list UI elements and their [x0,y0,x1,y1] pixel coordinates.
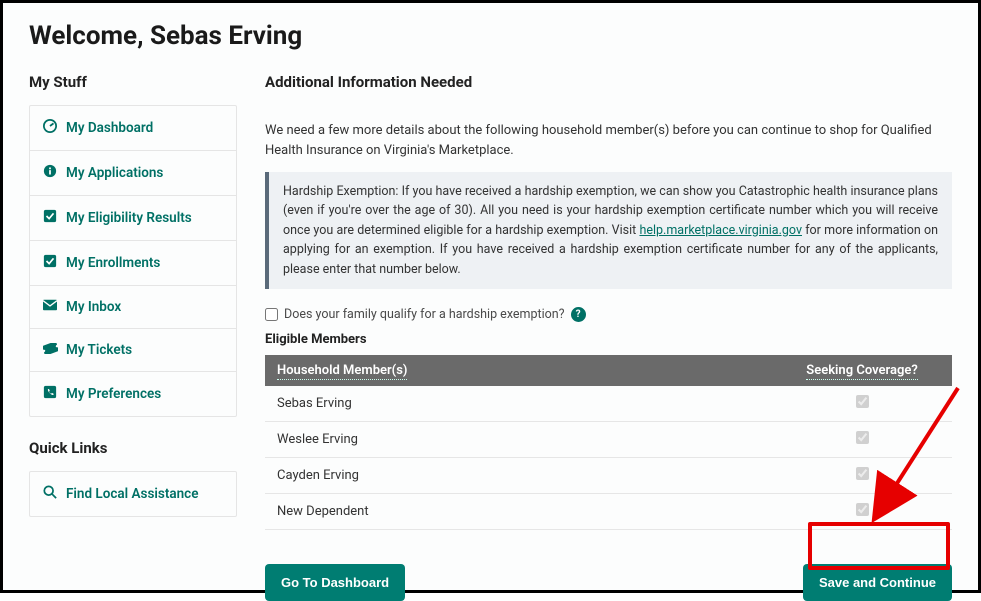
seeking-coverage-checkbox [856,503,869,516]
hardship-checkbox[interactable] [265,308,278,321]
sidebar-heading-mystuff: My Stuff [29,73,237,91]
seeking-coverage-checkbox [856,431,869,444]
sidebar-item-eligibility[interactable]: My Eligibility Results [30,196,236,240]
table-row: Sebas Erving [265,386,952,422]
table-row: Cayden Erving [265,457,952,493]
save-continue-button[interactable]: Save and Continue [803,564,952,601]
seeking-coverage-checkbox [856,395,869,408]
sidebar-item-label: My Enrollments [66,255,160,271]
info-circle-icon [42,164,58,182]
welcome-prefix: Welcome, [29,21,150,51]
button-row: Go To Dashboard Save and Continue [265,564,952,601]
sidebar-item-label: My Applications [66,165,163,181]
col-header-coverage: Seeking Coverage? [772,355,952,386]
dashboard-icon [42,119,58,137]
sidebar: My Stuff My Dashboard My Applications My… [29,73,237,601]
eligible-members-heading: Eligible Members [265,332,952,347]
col-header-member: Household Member(s) [265,355,772,386]
check-square-icon [42,209,58,227]
hardship-question-label: Does your family qualify for a hardship … [284,307,565,322]
check-square-icon [42,254,58,272]
ticket-icon [42,342,58,358]
main-content: Additional Information Needed We need a … [265,73,952,601]
sidebar-item-tickets[interactable]: My Tickets [30,329,236,371]
sidebar-item-dashboard[interactable]: My Dashboard [30,106,236,150]
sidebar-item-label: My Inbox [66,299,121,315]
sidebar-item-applications[interactable]: My Applications [30,151,236,195]
sidebar-item-inbox[interactable]: My Inbox [30,286,236,328]
sidebar-list-quicklinks: Find Local Assistance [29,471,237,517]
section-title: Additional Information Needed [265,73,952,91]
go-to-dashboard-button[interactable]: Go To Dashboard [265,564,405,601]
sidebar-list-mystuff: My Dashboard My Applications My Eligibil… [29,105,237,417]
member-name-cell: Weslee Erving [265,421,772,457]
intro-text: We need a few more details about the fol… [265,121,952,160]
member-name-cell: Sebas Erving [265,386,772,422]
eligible-members-table: Household Member(s) Seeking Coverage? Se… [265,355,952,530]
hardship-info-box: Hardship Exemption: If you have received… [265,172,952,289]
sidebar-item-label: My Tickets [66,342,132,358]
phone-square-icon [42,385,58,403]
sidebar-item-label: My Preferences [66,386,161,402]
welcome-username: Sebas Erving [150,21,302,51]
table-row: Weslee Erving [265,421,952,457]
member-name-cell: New Dependent [265,493,772,529]
sidebar-item-preferences[interactable]: My Preferences [30,372,236,416]
sidebar-item-label: My Eligibility Results [66,210,192,226]
envelope-icon [42,299,58,315]
sidebar-heading-quicklinks: Quick Links [29,439,237,457]
page-title: Welcome, Sebas Erving [29,21,952,51]
sidebar-item-enrollments[interactable]: My Enrollments [30,241,236,285]
sidebar-item-label: Find Local Assistance [66,486,199,502]
sidebar-item-find-local[interactable]: Find Local Assistance [30,472,236,516]
seeking-coverage-checkbox [856,467,869,480]
sidebar-item-label: My Dashboard [66,120,153,136]
question-circle-icon[interactable]: ? [571,307,586,322]
table-row: New Dependent [265,493,952,529]
member-name-cell: Cayden Erving [265,457,772,493]
search-icon [42,485,58,503]
hardship-help-link[interactable]: help.marketplace.virginia.gov [639,223,802,238]
hardship-question-row: Does your family qualify for a hardship … [265,307,952,322]
